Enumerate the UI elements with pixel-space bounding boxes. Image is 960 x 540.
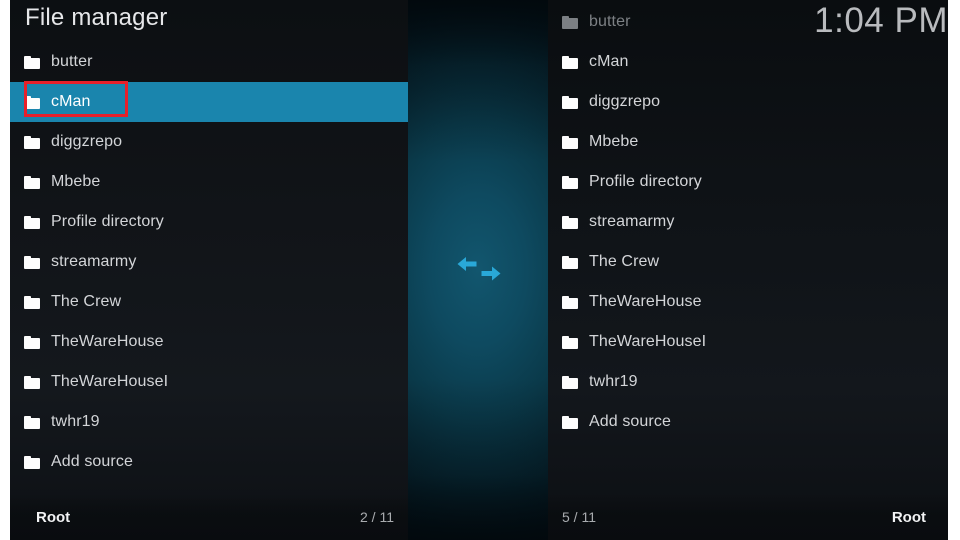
folder-icon <box>24 415 40 429</box>
folder-icon <box>24 135 40 149</box>
list-item-label: Profile directory <box>589 173 702 190</box>
list-item-label: streamarmy <box>51 253 137 270</box>
folder-icon <box>562 375 578 389</box>
folder-icon <box>24 55 40 69</box>
folder-icon <box>24 295 40 309</box>
right-file-list[interactable]: butter cMan diggzrepo Mbebe Profile dire… <box>548 2 948 442</box>
list-item[interactable]: Mbebe <box>548 122 948 162</box>
list-item-label: TheWareHouseI <box>51 373 169 390</box>
right-file-panel: butter cMan diggzrepo Mbebe Profile dire… <box>548 0 948 540</box>
list-item[interactable]: streamarmy <box>548 202 948 242</box>
list-item[interactable]: twhr19 <box>10 402 408 442</box>
list-item-label: The Crew <box>51 293 122 310</box>
list-item-add-source[interactable]: Add source <box>10 442 408 482</box>
folder-icon <box>562 215 578 229</box>
list-item-label: diggzrepo <box>589 93 661 110</box>
list-item-label: Mbebe <box>589 133 639 150</box>
list-item[interactable]: diggzrepo <box>548 82 948 122</box>
left-file-list[interactable]: butter cMan diggzrepo Mbebe Profile dire… <box>10 42 408 482</box>
list-item-label: TheWareHouse <box>589 293 702 310</box>
list-item-label: TheWareHouseI <box>589 333 707 350</box>
left-file-panel: File manager butter cMan diggzrepo Mbebe <box>10 0 408 540</box>
list-item-label: Add source <box>589 413 671 430</box>
list-item[interactable]: streamarmy <box>10 242 408 282</box>
folder-icon <box>24 375 40 389</box>
list-item-label: diggzrepo <box>51 133 123 150</box>
page-edge-left <box>0 0 10 540</box>
right-status-count: 5 / 11 <box>562 509 596 525</box>
list-item[interactable]: The Crew <box>548 242 948 282</box>
swap-left-right-arrows-icon[interactable] <box>455 252 503 286</box>
folder-icon <box>24 455 40 469</box>
list-item[interactable]: twhr19 <box>548 362 948 402</box>
list-item-label: twhr19 <box>51 413 100 430</box>
list-item[interactable]: TheWareHouseI <box>10 362 408 402</box>
list-item[interactable]: Mbebe <box>10 162 408 202</box>
clock: 1:04 PM <box>814 1 948 40</box>
list-item[interactable]: TheWareHouse <box>10 322 408 362</box>
folder-icon <box>562 135 578 149</box>
folder-icon <box>562 15 578 29</box>
list-item-label: Profile directory <box>51 213 164 230</box>
left-status-bar: Root 2 / 11 <box>10 494 408 540</box>
right-status-bar: 5 / 11 Root <box>548 494 948 540</box>
folder-icon <box>24 255 40 269</box>
folder-icon <box>562 335 578 349</box>
list-item-label: twhr19 <box>589 373 638 390</box>
list-item-label: butter <box>51 53 93 70</box>
list-item-label: The Crew <box>589 253 660 270</box>
list-item[interactable]: TheWareHouseI <box>548 322 948 362</box>
folder-icon <box>24 335 40 349</box>
folder-icon <box>562 295 578 309</box>
list-item-label: Add source <box>51 453 133 470</box>
list-item[interactable]: Profile directory <box>548 162 948 202</box>
list-item-label: TheWareHouse <box>51 333 164 350</box>
page-edge-right <box>948 0 960 540</box>
list-item[interactable]: Profile directory <box>10 202 408 242</box>
list-item[interactable]: The Crew <box>10 282 408 322</box>
left-status-count: 2 / 11 <box>360 509 394 525</box>
list-item[interactable]: butter <box>10 42 408 82</box>
list-item[interactable]: diggzrepo <box>10 122 408 162</box>
folder-icon <box>562 55 578 69</box>
list-item-label: streamarmy <box>589 213 675 230</box>
right-status-path: Root <box>891 508 926 526</box>
page-title: File manager <box>25 4 168 31</box>
folder-icon <box>24 215 40 229</box>
list-item[interactable]: cMan <box>548 42 948 82</box>
list-item-label: cMan <box>51 93 91 110</box>
folder-icon <box>562 95 578 109</box>
folder-icon <box>562 175 578 189</box>
list-item-label: cMan <box>589 53 629 70</box>
list-item-add-source[interactable]: Add source <box>548 402 948 442</box>
folder-icon <box>562 255 578 269</box>
folder-icon <box>562 415 578 429</box>
list-item-selected[interactable]: cMan <box>10 82 408 122</box>
list-item[interactable]: TheWareHouse <box>548 282 948 322</box>
list-item-label: Mbebe <box>51 173 101 190</box>
left-status-path: Root <box>36 508 71 526</box>
folder-icon <box>24 95 40 109</box>
file-manager-screen: File manager butter cMan diggzrepo Mbebe <box>0 0 960 540</box>
list-item-label: butter <box>589 13 631 30</box>
folder-icon <box>24 175 40 189</box>
